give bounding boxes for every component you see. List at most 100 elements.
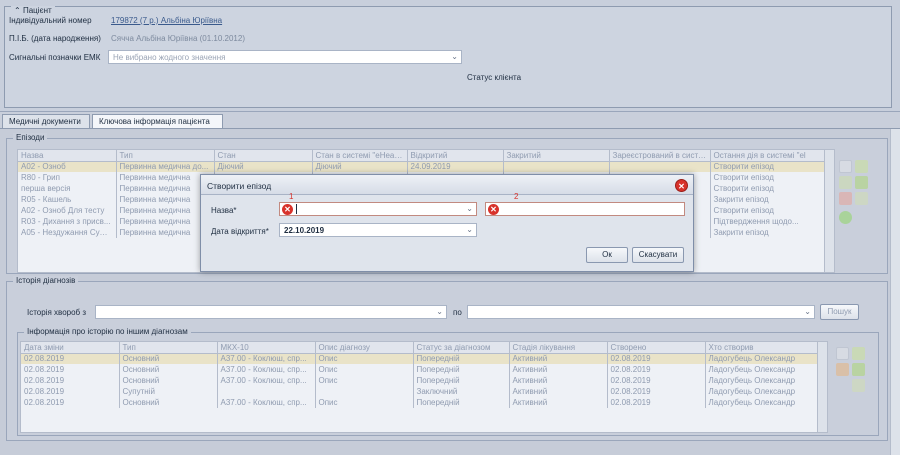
- table-cell: Попередній: [413, 375, 510, 386]
- column-header[interactable]: МКХ-10: [217, 342, 316, 354]
- history-from-input[interactable]: ⌄: [95, 305, 447, 319]
- column-header[interactable]: Остання дія в системі "еl: [710, 150, 825, 162]
- patient-id-link[interactable]: 179872 (7 р.) Альбіна Юріївна: [111, 16, 222, 25]
- column-header[interactable]: Опис діагнозу: [315, 342, 414, 354]
- episodes-legend: Епізоди: [13, 133, 48, 142]
- name-text-input[interactable]: ✕: [485, 202, 685, 216]
- history-info-fieldset: Інформація про історію по іншим діагноза…: [17, 327, 879, 436]
- table-cell: Створити епізод: [710, 183, 825, 194]
- delete-icon[interactable]: [839, 192, 852, 205]
- table-cell: Закрити епізод: [710, 227, 825, 238]
- column-header[interactable]: Тип: [119, 342, 218, 354]
- chevron-down-icon: ⌄: [436, 307, 443, 316]
- history-info-legend: Інформація про історію по іншим діагноза…: [24, 327, 191, 336]
- table-cell: Підтвердження щодо...: [710, 216, 825, 227]
- page-scrollbar[interactable]: [890, 129, 900, 455]
- add-icon[interactable]: [839, 160, 852, 173]
- table-cell: Основний: [119, 353, 218, 364]
- emk-select[interactable]: Не вибрано жодного значення ⌄: [108, 50, 462, 64]
- column-header[interactable]: Тип: [116, 150, 215, 162]
- marker-1: 1: [289, 192, 294, 201]
- column-header[interactable]: Дата зміни: [21, 342, 120, 354]
- table-cell: [609, 161, 711, 172]
- column-header[interactable]: Стадія лікування: [509, 342, 608, 354]
- column-header[interactable]: Зареєстрований в систем: [609, 150, 711, 162]
- table-cell: Основний: [119, 375, 218, 386]
- patient-legend: ⌃ Пацієнт: [11, 6, 55, 15]
- document-icon[interactable]: [839, 176, 852, 189]
- edit-icon[interactable]: [855, 160, 868, 173]
- name-label: Назва*: [211, 206, 237, 215]
- table-row[interactable]: 02.08.2019 Основний А37.00 - Коклюш, спр..…: [21, 397, 818, 408]
- add-icon[interactable]: [836, 347, 849, 360]
- table-cell: Ладогубець Олександр: [705, 397, 818, 408]
- column-header[interactable]: Хто створив: [705, 342, 818, 354]
- table-cell: Основний: [119, 364, 218, 375]
- tab-key-patient-info[interactable]: Ключова інформація пацієнта: [92, 114, 223, 128]
- table-cell: Закрити епізод: [710, 194, 825, 205]
- history-grid: Дата зміни Тип МКХ-10 Опис діагнозу Стат…: [20, 341, 828, 433]
- table-cell: Опис: [315, 353, 414, 364]
- create-episode-dialog: Створити епізод ✕ 1 2 Назва* ✕ ⌄ ✕ Дата …: [200, 174, 694, 272]
- table-row[interactable]: 02.08.2019 Основний А37.00 - Коклюш, спр..…: [21, 364, 818, 375]
- table-cell: Ладогубець Олександр: [705, 353, 818, 364]
- table-cell: R80 - Грип: [18, 172, 117, 183]
- episodes-scrollbar[interactable]: [824, 150, 834, 272]
- table-cell: Опис: [315, 397, 414, 408]
- episodes-header-row: Назва Тип Стан Стан в системі "eHealth" …: [18, 150, 825, 162]
- history-legend: Історія діагнозів: [13, 276, 79, 285]
- check-icon[interactable]: [855, 176, 868, 189]
- name-select[interactable]: ✕ ⌄: [279, 202, 477, 216]
- cancel-button[interactable]: Скасувати: [632, 247, 684, 263]
- table-cell: Попередній: [413, 364, 510, 375]
- table-cell: 02.08.2019: [607, 364, 706, 375]
- column-header[interactable]: Статус за діагнозом: [413, 342, 510, 354]
- table-cell: Активний: [509, 364, 608, 375]
- table-cell: A05 - Нездужання Суф...: [18, 227, 117, 238]
- table-cell: Активний: [509, 375, 608, 386]
- column-header[interactable]: Стан: [214, 150, 313, 162]
- list-icon[interactable]: [855, 192, 868, 205]
- chevron-down-icon: ⌄: [466, 225, 473, 234]
- history-header-row: Дата зміни Тип МКХ-10 Опис діагнозу Стат…: [21, 342, 818, 354]
- column-header[interactable]: Відкритий: [407, 150, 504, 162]
- history-from-label: Історія хвороб з: [27, 308, 87, 317]
- table-row[interactable]: A02 - Озноб Первинна медична до... Діючий Д…: [18, 161, 825, 172]
- column-header[interactable]: Стан в системі "eHealth": [312, 150, 408, 162]
- confirm-icon[interactable]: [839, 211, 852, 224]
- column-header[interactable]: Назва: [18, 150, 117, 162]
- table-cell: Попередній: [413, 397, 510, 408]
- table-row[interactable]: 02.08.2019 Основний А37.00 - Коклюш, спр..…: [21, 353, 818, 364]
- ok-button[interactable]: Ок: [586, 247, 628, 263]
- date-label: Дата відкриття*: [211, 227, 269, 236]
- table-cell: Опис: [315, 364, 414, 375]
- column-header[interactable]: Закритий: [503, 150, 610, 162]
- chevron-down-icon: ⌄: [466, 204, 473, 213]
- column-header[interactable]: Створено: [607, 342, 706, 354]
- check-icon[interactable]: [852, 363, 865, 376]
- table-cell: 02.08.2019: [21, 397, 120, 408]
- history-to-input[interactable]: ⌄: [467, 305, 815, 319]
- client-status: Статус клієнта: [467, 73, 522, 82]
- table-cell: Створити епізод: [710, 161, 825, 172]
- collapse-icon[interactable]: ⌃: [14, 6, 23, 15]
- search-button[interactable]: Пошук: [820, 304, 859, 320]
- date-select[interactable]: 22.10.2019 ⌄: [279, 223, 477, 237]
- table-row[interactable]: 02.08.2019 Супутній Заключний Активний 02.08…: [21, 386, 818, 397]
- tab-medical-documents[interactable]: Медичні документи: [2, 114, 90, 128]
- table-row[interactable]: 02.08.2019 Основний А37.00 - Коклюш, спр..…: [21, 375, 818, 386]
- dialog-titlebar: Створити епізод ✕: [201, 175, 693, 195]
- date-value: 22.10.2019: [284, 226, 325, 235]
- history-icon[interactable]: [836, 363, 849, 376]
- list-icon[interactable]: [852, 379, 865, 392]
- close-icon[interactable]: ✕: [675, 179, 688, 192]
- patient-name-value: Сячча Альбіна Юріївна (01.10.2012): [111, 34, 245, 43]
- tab-bar: Медичні документи Ключова інформація пац…: [0, 114, 900, 128]
- patient-fieldset: ⌃ Пацієнт Індивідуальний номер 179872 (7…: [4, 6, 892, 108]
- table-cell: перша версія: [18, 183, 117, 194]
- table-cell: [315, 386, 414, 397]
- patient-id-label: Індивідуальний номер: [9, 16, 92, 25]
- table-cell: Активний: [509, 353, 608, 364]
- edit-icon[interactable]: [852, 347, 865, 360]
- history-scrollbar[interactable]: [817, 342, 827, 432]
